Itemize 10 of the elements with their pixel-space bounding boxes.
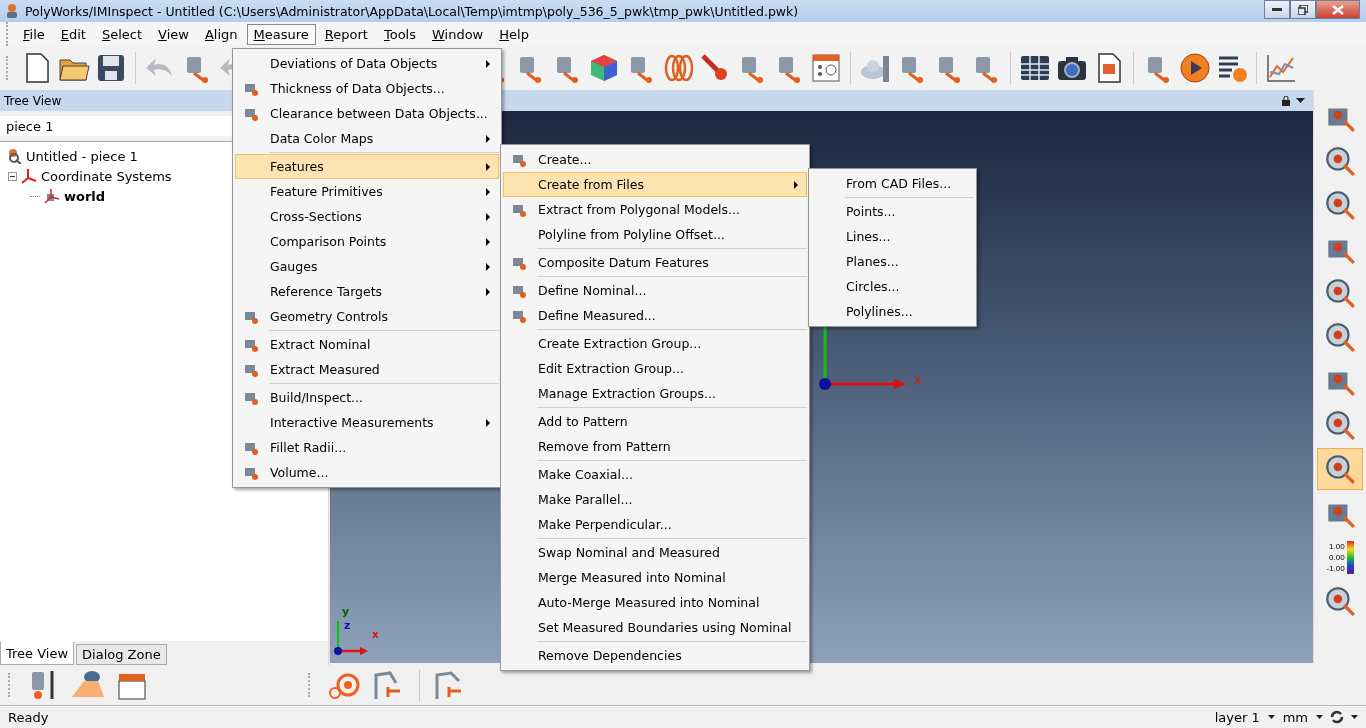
axis-label: y xyxy=(342,605,350,618)
scale-label: 1.00 xyxy=(1328,540,1345,552)
panel-title: Tree View xyxy=(4,93,62,108)
scale-label: 0.00 xyxy=(1328,551,1345,563)
window-title: PolyWorks/IMInspect - Untitled (C:\Users\Administrator\AppData\Local\Temp\imtmp\poly_536_5_pwk\tmp_pwk\Untitled.pwk) xyxy=(25,3,799,19)
axis-label: z xyxy=(344,619,351,632)
axis-label: x xyxy=(914,373,922,387)
axis-label: x xyxy=(372,629,379,640)
status-message: Ready xyxy=(8,709,50,725)
scale-label: -1.00 xyxy=(1326,562,1345,574)
